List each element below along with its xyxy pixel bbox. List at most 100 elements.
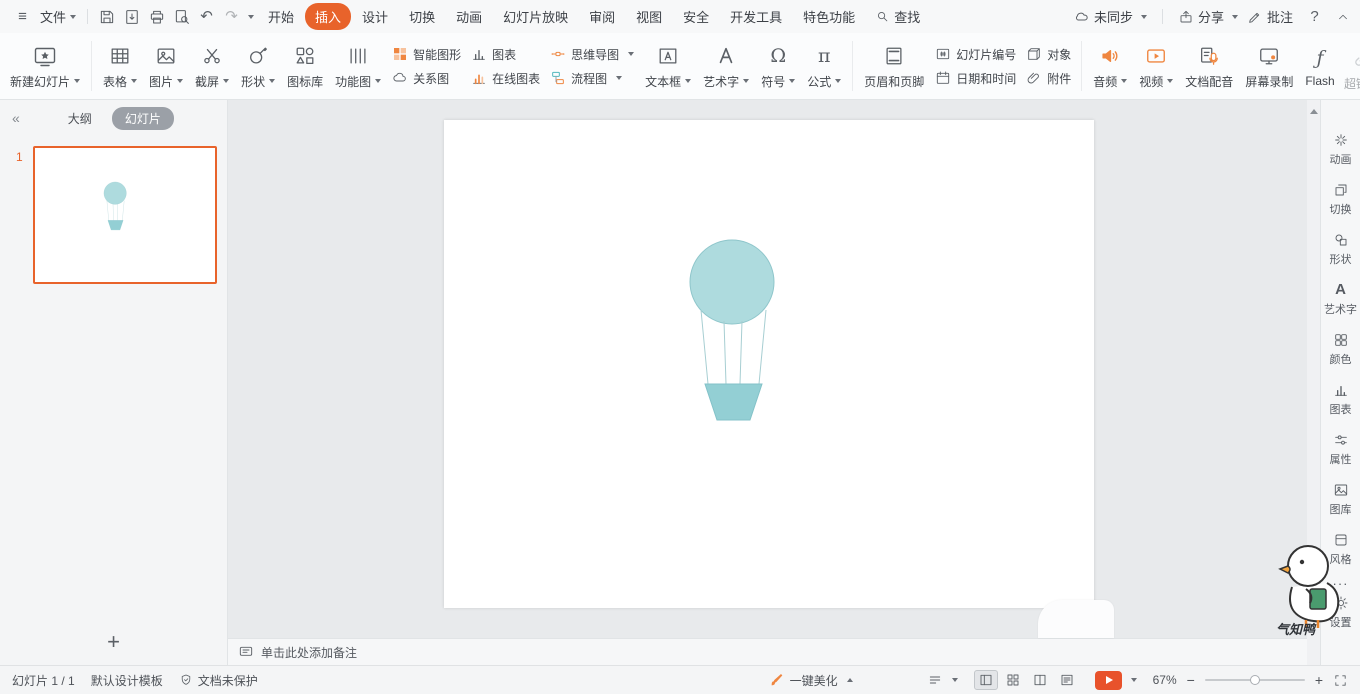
color-grid-icon [1334, 334, 1347, 346]
tab-slides[interactable]: 幻灯片 [111, 106, 174, 130]
zoom-level[interactable]: 67% [1153, 673, 1177, 687]
ribbon-doc-dubbing-button[interactable]: 文档配音 [1179, 39, 1239, 94]
tab-insert[interactable]: 插入 [305, 3, 352, 30]
ribbon-online-chart-button[interactable]: 在线图表 [471, 70, 540, 87]
tab-review[interactable]: 审阅 [579, 3, 625, 30]
sidebar-item-transition[interactable]: 切换 [1330, 182, 1352, 217]
beautify-button[interactable]: 一键美化 [769, 672, 853, 689]
sidebar-item-properties[interactable]: 属性 [1330, 432, 1352, 467]
search-button[interactable]: 查找 [875, 7, 920, 26]
grid-view-icon [1007, 674, 1019, 686]
hot-air-balloon-shape[interactable] [444, 120, 1094, 608]
reading-view-button[interactable] [1055, 670, 1079, 690]
help-icon[interactable]: ? [1302, 5, 1327, 29]
insert-ribbon: 新建幻灯片 表格 图片 截屏 形状 图标库 功能图 智能图形 关系图 图表 在线… [0, 33, 1360, 100]
ribbon-table-button[interactable]: 表格 [97, 39, 143, 94]
zoom-slider-handle[interactable] [1249, 675, 1260, 685]
zoom-in-button[interactable]: + [1315, 673, 1323, 687]
collapse-panel-icon[interactable]: « [12, 110, 20, 126]
assistant-bubble[interactable] [1038, 600, 1114, 638]
tab-animation[interactable]: 动画 [446, 3, 492, 30]
slideshow-play-button[interactable] [1094, 670, 1137, 690]
tab-home[interactable]: 开始 [258, 3, 304, 30]
ribbon-header-footer-button[interactable]: 页眉和页脚 [858, 39, 930, 94]
normal-view-button[interactable] [973, 670, 998, 690]
sidebar-item-chart[interactable]: 图表 [1330, 382, 1352, 417]
zoom-slider[interactable] [1204, 675, 1305, 685]
function-diagram-label: 功能图 [335, 74, 372, 89]
ribbon-hyperlink-button[interactable]: 超链接 [1338, 41, 1360, 96]
calendar-icon [937, 71, 950, 84]
slides-panel-header: « 大纲 幻灯片 [0, 100, 227, 136]
ribbon-slide-number-button[interactable]: 幻灯片编号 [935, 46, 1016, 63]
design-template-button[interactable]: 默认设计模板 [91, 672, 163, 689]
tab-security[interactable]: 安全 [673, 3, 719, 30]
slide-1-thumbnail[interactable] [33, 146, 217, 284]
sidebar-item-animation[interactable]: 动画 [1330, 132, 1352, 167]
ribbon-symbol-button[interactable]: Ω 符号 [755, 39, 801, 94]
print-preview-icon[interactable] [169, 5, 194, 29]
export-icon[interactable] [119, 5, 144, 29]
ribbon-icon-library-button[interactable]: 图标库 [281, 39, 329, 94]
tab-devtools[interactable]: 开发工具 [720, 3, 792, 30]
sidebar-item-colors[interactable]: 颜色 [1330, 332, 1352, 367]
ribbon-relation-diagram-button[interactable]: 关系图 [392, 70, 461, 87]
add-slide-button[interactable]: + [0, 619, 227, 665]
wps-presentation-window: ≡ 文件 ↶ ↷ 开始 插入 设计 切换 动画 幻灯片放映 审阅 视图 安全 开… [0, 0, 1360, 694]
chevron-down-icon [223, 79, 230, 83]
ribbon-chart-button[interactable]: 图表 [471, 46, 540, 63]
ribbon-word-art-button[interactable]: 艺术字 [697, 39, 755, 94]
sidebar-label: 图库 [1329, 504, 1352, 516]
print-icon[interactable] [144, 5, 169, 29]
slide-canvas[interactable] [444, 120, 1094, 608]
ribbon-audio-button[interactable]: 音频 [1087, 39, 1133, 94]
save-icon[interactable] [94, 5, 119, 29]
ribbon-function-diagram-button[interactable]: 功能图 [329, 39, 387, 94]
notes-panel-button[interactable] [927, 672, 958, 688]
tab-view[interactable]: 视图 [626, 3, 672, 30]
notes-bar[interactable]: 单击此处添加备注 [228, 638, 1307, 665]
fullscreen-icon[interactable] [1333, 673, 1348, 688]
tab-outline[interactable]: 大纲 [60, 107, 100, 130]
ribbon-formula-button[interactable]: π 公式 [801, 39, 847, 94]
chevron-down-icon [269, 79, 276, 83]
slide-editor-view[interactable] [228, 100, 1307, 638]
ribbon-screen-record-button[interactable]: 屏幕录制 [1239, 39, 1299, 94]
ribbon-flash-button[interactable]: ƒ Flash [1299, 40, 1340, 92]
ribbon-object-button[interactable]: 对象 [1026, 46, 1071, 63]
more-actions-chevron-icon[interactable] [248, 14, 255, 19]
protection-status-button[interactable]: 文档未保护 [179, 672, 258, 689]
collapse-ribbon-icon[interactable] [1336, 10, 1350, 24]
ribbon-shapes-button[interactable]: 形状 [235, 39, 281, 94]
tab-design[interactable]: 设计 [352, 3, 398, 30]
ribbon-flowchart-button[interactable]: 流程图 [550, 70, 634, 87]
shapes-label: 形状 [241, 74, 266, 89]
ribbon-text-box-button[interactable]: 文本框 [639, 39, 697, 94]
redo-icon[interactable]: ↷ [219, 5, 244, 29]
ribbon-new-slide-button[interactable]: 新建幻灯片 [4, 39, 86, 94]
file-menu-button[interactable]: 文件 [35, 4, 81, 29]
undo-icon[interactable]: ↶ [194, 5, 219, 29]
ribbon-mind-map-button[interactable]: 思维导图 [550, 46, 635, 63]
tab-slideshow[interactable]: 幻灯片放映 [493, 3, 578, 30]
chevron-down-icon [789, 79, 796, 83]
slide-sorter-view-button[interactable] [1001, 670, 1025, 690]
ribbon-attachment-button[interactable]: 附件 [1026, 70, 1071, 87]
tab-transition[interactable]: 切换 [399, 3, 445, 30]
sync-status-button[interactable]: 未同步 [1073, 7, 1147, 26]
share-button[interactable]: 分享 [1178, 7, 1238, 26]
ribbon-screenshot-button[interactable]: 截屏 [189, 39, 235, 94]
sidebar-item-shapes[interactable]: 形状 [1330, 232, 1352, 267]
ribbon-video-button[interactable]: 视频 [1133, 39, 1179, 94]
tab-special-features[interactable]: 特色功能 [793, 3, 865, 30]
ribbon-smart-graphics-button[interactable]: 智能图形 [392, 46, 461, 63]
zoom-out-button[interactable]: − [1187, 673, 1195, 687]
comment-button[interactable]: 批注 [1247, 7, 1293, 26]
app-menu-icon[interactable]: ≡ [10, 5, 35, 29]
two-pane-view-button[interactable] [1028, 670, 1052, 690]
sidebar-item-wordart[interactable]: A 艺术字 [1324, 282, 1357, 317]
sidebar-item-gallery[interactable]: 图库 [1330, 482, 1352, 517]
ribbon-picture-button[interactable]: 图片 [143, 39, 189, 94]
scroll-up-arrow-icon[interactable] [1309, 109, 1318, 114]
ribbon-date-time-button[interactable]: 日期和时间 [935, 70, 1016, 87]
